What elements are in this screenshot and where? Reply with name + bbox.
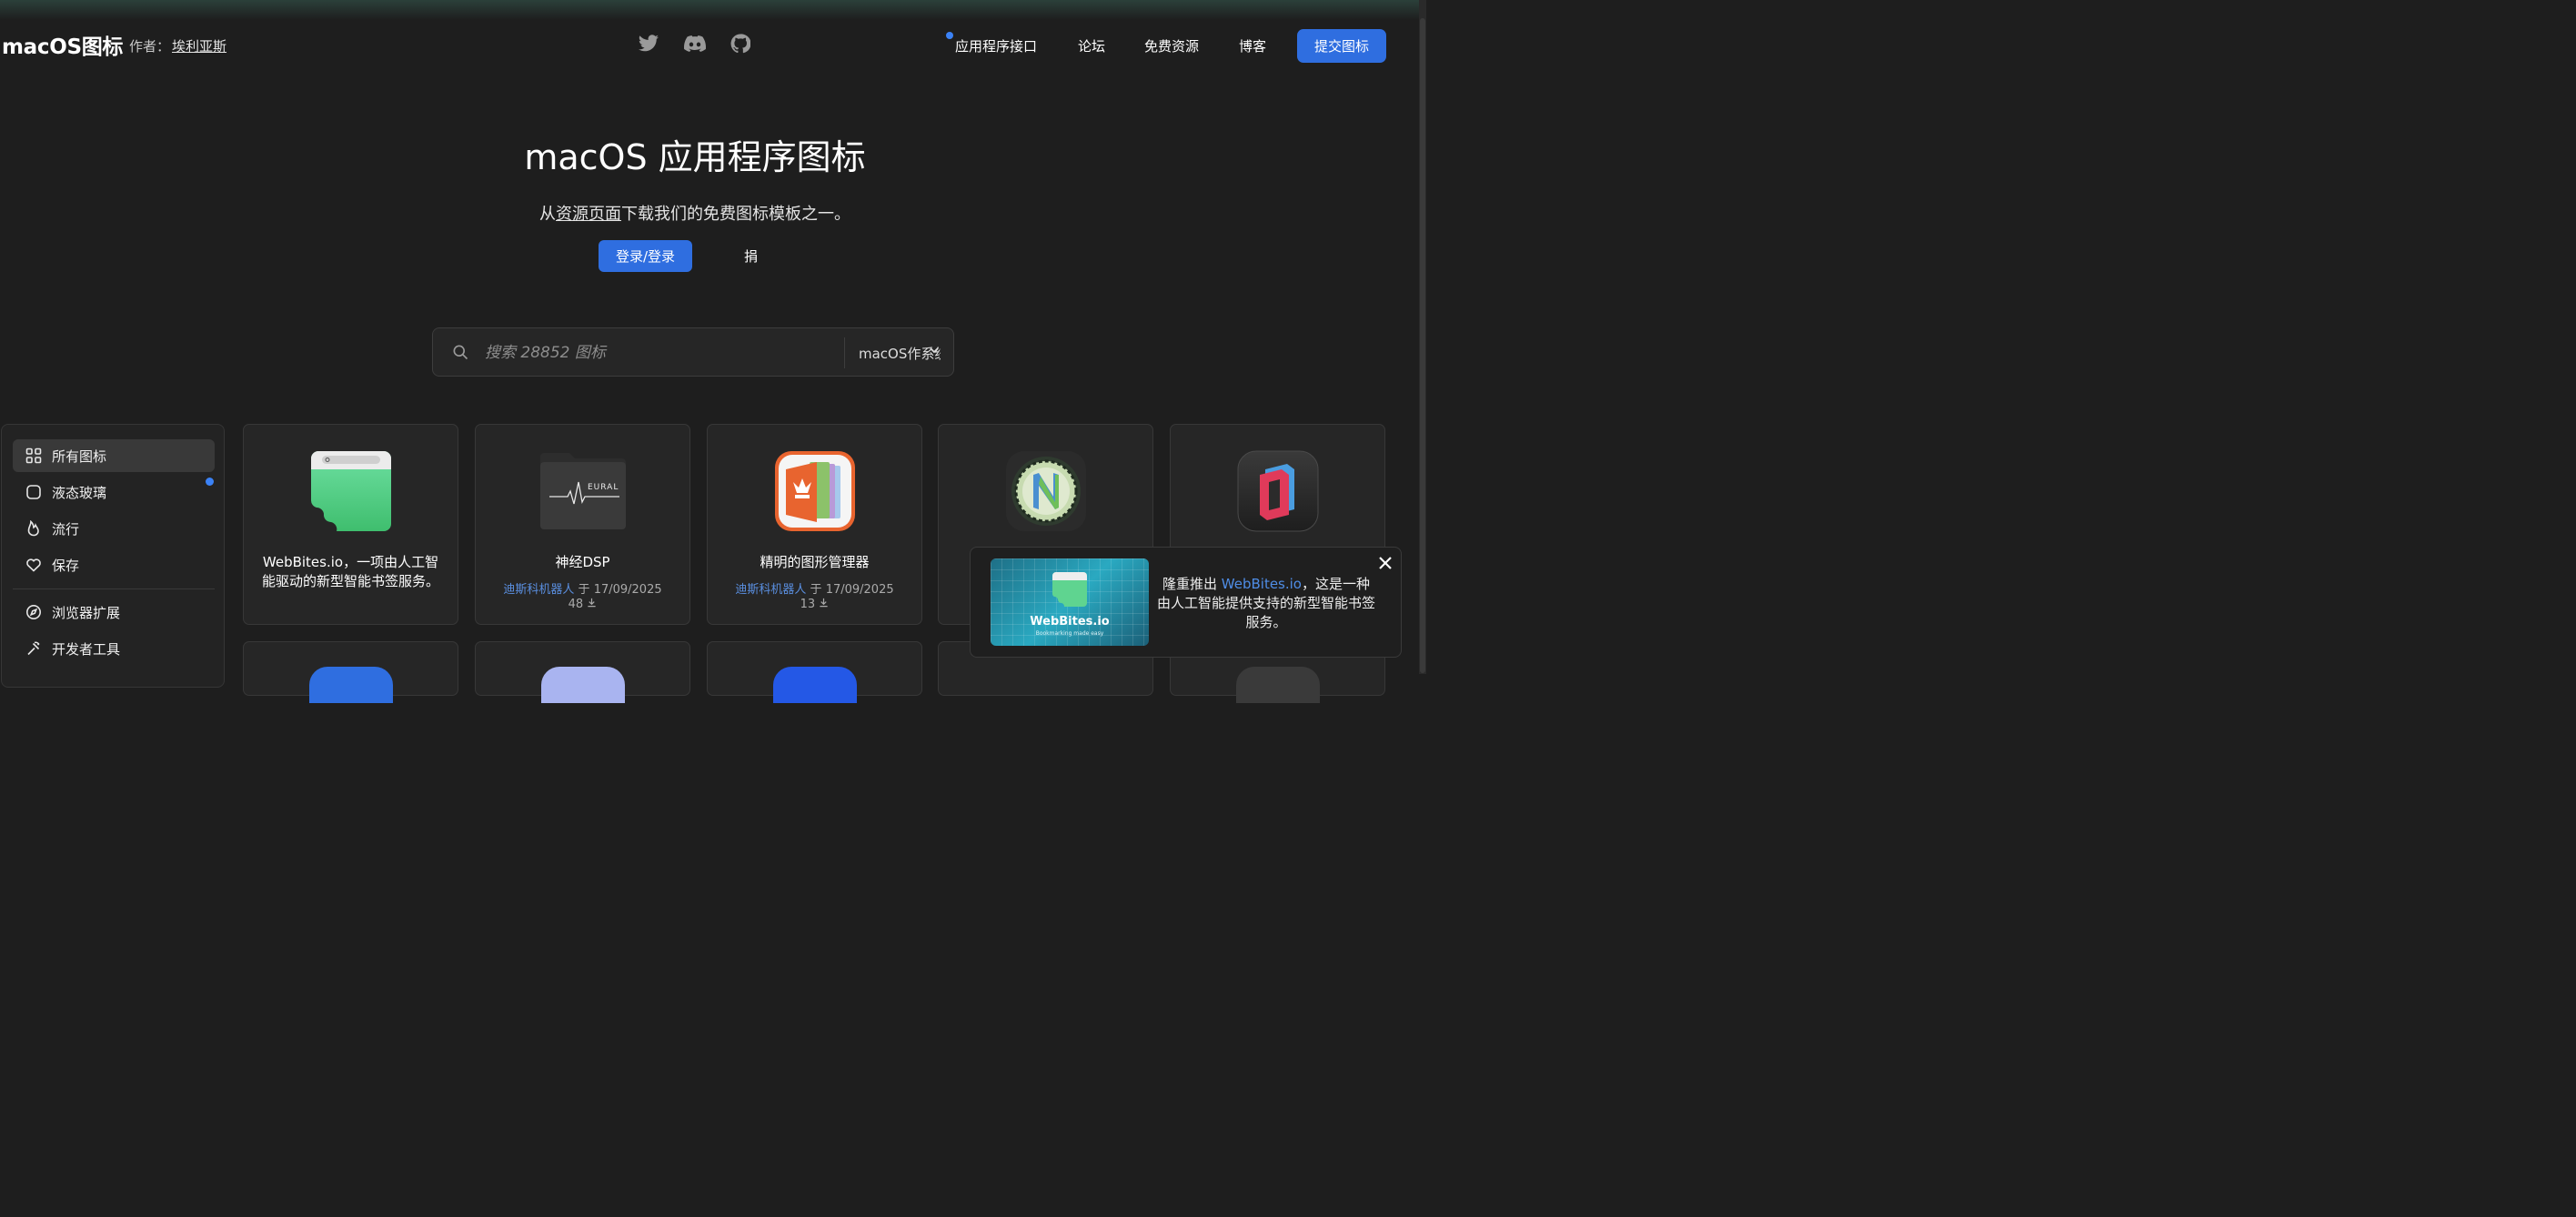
sidebar-item-saved[interactable]: 保存 — [13, 548, 215, 581]
promo-link[interactable]: WebBites.io — [1222, 576, 1302, 592]
promo-thumb-tagline: Bookmarking made easy — [1035, 630, 1104, 637]
new-indicator-dot — [206, 478, 214, 486]
icon-card[interactable]: WebBites.io，一项由人工智能驱动的新型智能书签服务。 — [243, 424, 458, 625]
download-icon — [587, 598, 597, 611]
card-icon-preview — [309, 667, 393, 703]
sidebar-item-browser-extensions[interactable]: 浏览器扩展 — [13, 596, 215, 629]
nav-forum[interactable]: 论坛 — [1078, 36, 1105, 55]
byline: 作者： 埃利亚斯 — [129, 36, 226, 55]
by-label: 作者： — [129, 38, 171, 55]
card-date: 17/09/2025 — [825, 583, 894, 597]
graphic-manager-app-icon — [773, 449, 857, 533]
nav-blog[interactable]: 博客 — [1239, 36, 1266, 55]
submit-icon-button[interactable]: 提交图标 — [1297, 29, 1386, 63]
neovim-app-icon — [1004, 449, 1088, 533]
card-icon-preview — [1236, 667, 1320, 703]
login-button[interactable]: 登录/登录 — [599, 240, 692, 272]
sidebar: 所有图标 液态玻璃 流行 保存 浏览器扩展 开发者工具 — [1, 424, 225, 688]
scrollbar-thumb[interactable] — [1420, 18, 1425, 673]
search-icon — [451, 343, 469, 361]
icon-card[interactable]: 精明的图形管理器 迪斯科机器人 于 17/09/2025 13 — [707, 424, 922, 625]
author-link[interactable]: 埃利亚斯 — [172, 38, 226, 55]
sidebar-item-popular[interactable]: 流行 — [13, 512, 215, 545]
scrollbar[interactable] — [1419, 0, 1426, 674]
card-date: 17/09/2025 — [593, 583, 662, 597]
sidebar-item-label: 液态玻璃 — [52, 484, 107, 501]
sidebar-divider — [13, 588, 215, 589]
card-title: 精明的图形管理器 — [760, 554, 870, 570]
icon-card[interactable] — [475, 641, 690, 703]
top-glow — [0, 0, 1426, 20]
rounded-square-icon — [25, 484, 42, 500]
search-input[interactable] — [483, 337, 814, 368]
hammer-icon — [25, 640, 42, 657]
hero-subtitle: 从资源页面下载我们的免费图标模板之一。 — [0, 201, 1390, 225]
sidebar-item-developer-tools[interactable]: 开发者工具 — [13, 632, 215, 665]
heart-icon — [25, 557, 42, 573]
sidebar-item-label: 开发者工具 — [52, 640, 121, 658]
icon-card[interactable] — [243, 641, 458, 703]
card-author-link[interactable]: 迪斯科机器人 — [735, 583, 806, 597]
card-meta: 迪斯科机器人 于 17/09/2025 — [476, 579, 689, 597]
hero-sub-prefix: 从 — [539, 205, 556, 224]
card-meta: 迪斯科机器人 于 17/09/2025 — [708, 579, 921, 597]
search-bar: macOS作系统 — [432, 327, 954, 377]
donate-button[interactable]: 捐 — [744, 246, 758, 266]
download-count: 48 — [568, 598, 584, 611]
twitter-icon[interactable] — [638, 33, 659, 55]
download-icon — [819, 598, 829, 611]
parallels-app-icon — [1236, 449, 1320, 533]
card-icon-preview — [541, 667, 625, 703]
chevron-down-icon[interactable] — [929, 345, 940, 358]
card-icon-preview — [773, 667, 857, 703]
github-icon[interactable] — [730, 33, 751, 55]
sidebar-item-all-icons[interactable]: 所有图标 — [13, 439, 215, 472]
flame-icon — [25, 520, 42, 537]
grid-icon — [25, 448, 42, 464]
discord-icon[interactable] — [683, 33, 707, 55]
sidebar-item-label: 所有图标 — [52, 448, 107, 465]
icon-card[interactable] — [707, 641, 922, 703]
nav-notification-dot — [946, 32, 953, 39]
page-title: macOS 应用程序图标 — [524, 137, 866, 177]
search-divider — [844, 337, 845, 368]
promo-thumbnail[interactable]: WebBites.io Bookmarking made easy — [991, 558, 1149, 646]
nav-free-resources[interactable]: 免费资源 — [1144, 36, 1199, 55]
card-downloads: 13 — [708, 598, 921, 611]
brand-logo[interactable]: macOS图标 — [2, 29, 123, 60]
sidebar-item-label: 流行 — [52, 520, 80, 538]
webbites-small-icon — [1052, 572, 1087, 607]
promo-thumb-title: WebBites.io — [1030, 615, 1110, 629]
neural-dsp-app-icon: EURAL — [537, 449, 629, 533]
card-title: WebBites.io，一项由人工智能驱动的新型智能书签服务。 — [261, 554, 439, 589]
webbites-app-icon — [309, 449, 393, 533]
icon-card[interactable]: EURAL 神经DSP 迪斯科机器人 于 17/09/2025 48 — [475, 424, 690, 625]
card-date-prefix: 于 — [578, 583, 590, 597]
promo-text: 隆重推出 WebBites.io，这是一种由人工智能提供支持的新型智能书签服务。 — [1157, 575, 1375, 632]
compass-icon — [25, 604, 42, 620]
nav-api[interactable]: 应用程序接口 — [955, 36, 1037, 55]
sidebar-item-label: 浏览器扩展 — [52, 604, 121, 621]
card-date-prefix: 于 — [810, 583, 822, 597]
resources-link[interactable]: 资源页面 — [556, 205, 621, 224]
card-author-link[interactable]: 迪斯科机器人 — [503, 583, 574, 597]
download-count: 13 — [800, 598, 816, 611]
sidebar-item-label: 保存 — [52, 557, 80, 574]
close-icon[interactable] — [1377, 555, 1394, 571]
sidebar-item-liquid-glass[interactable]: 液态玻璃 — [13, 476, 215, 508]
svg-text:EURAL: EURAL — [588, 483, 619, 492]
promo-popup[interactable]: WebBites.io Bookmarking made easy 隆重推出 W… — [970, 547, 1402, 658]
hero-sub-suffix: 下载我们的免费图标模板之一。 — [621, 205, 850, 224]
card-title: 神经DSP — [555, 554, 610, 570]
promo-text-prefix: 隆重推出 — [1162, 576, 1222, 592]
card-downloads: 48 — [476, 598, 689, 611]
